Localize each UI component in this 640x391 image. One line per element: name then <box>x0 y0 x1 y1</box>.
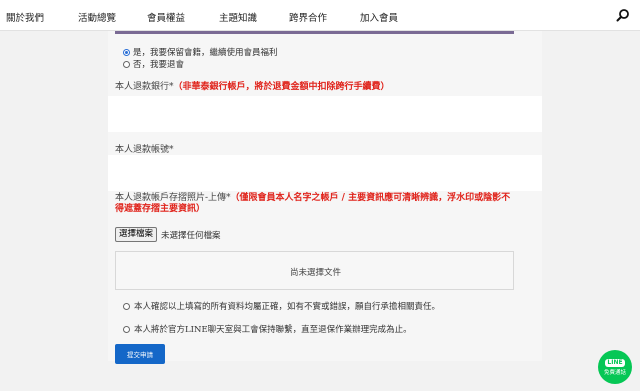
search-icon[interactable] <box>616 8 630 22</box>
confirm-accuracy[interactable]: 本人確認以上填寫的所有資料均屬正確，如有不實或錯誤，願自行承擔相關責任。 <box>123 300 440 312</box>
nav-item-member-benefits[interactable]: 會員權益 <box>147 10 185 24</box>
confirm-line-contact-label: 本人將於官方LINE聊天室與工會保持聯繫，直至退保作業辦理完成為止。 <box>134 325 412 335</box>
radio-withdraw[interactable] <box>123 60 130 68</box>
nav-item-join[interactable]: 加入會員 <box>360 10 398 24</box>
nav-item-about[interactable]: 關於我們 <box>6 10 44 24</box>
membership-option-withdraw[interactable]: 否，我要退會 <box>123 58 184 70</box>
top-navigation: 關於我們 活動總覽 會員權益 主題知識 跨界合作 加入會員 <box>0 0 640 31</box>
membership-option-keep[interactable]: 是，我要保留會籍，繼續使用會員福利 <box>123 46 278 58</box>
passbook-upload-label-text: 本人退款帳戶存摺照片-上傳* <box>115 193 231 203</box>
membership-option-keep-label: 是，我要保留會籍，繼續使用會員福利 <box>133 48 278 58</box>
nav-item-events[interactable]: 活動總覽 <box>78 10 116 24</box>
refund-account-input[interactable] <box>108 155 542 191</box>
refund-account-label: 本人退款帳號* <box>115 145 174 155</box>
choose-file-button[interactable]: 選擇檔案 <box>115 227 158 242</box>
file-status: 未選擇任何檔案 <box>161 231 221 241</box>
radio-keep[interactable] <box>123 48 130 56</box>
refund-bank-label: 本人退款銀行*（非華泰銀行帳戶，將於退費金額中扣除跨行手續費） <box>115 79 390 92</box>
nav-item-topics[interactable]: 主題知識 <box>219 10 257 24</box>
confirm-accuracy-radio[interactable] <box>123 302 130 310</box>
confirm-line-contact[interactable]: 本人將於官方LINE聊天室與工會保持聯繫，直至退保作業辦理完成為止。 <box>123 323 412 335</box>
confirm-line-contact-radio[interactable] <box>123 325 130 333</box>
line-badge-caption: 免費通話 <box>603 369 626 376</box>
file-preview-box[interactable]: 尚未選擇文件 <box>115 251 514 290</box>
passbook-upload-label: 本人退款帳戶存摺照片-上傳*（僅限會員本人名字之帳戶 / 主要資訊應可清晰辨識，… <box>115 193 515 215</box>
refund-bank-label-text: 本人退款銀行* <box>115 82 174 92</box>
submit-button[interactable]: 提交申請 <box>115 344 165 364</box>
confirm-accuracy-label: 本人確認以上填寫的所有資料均屬正確，如有不實或錯誤，願自行承擔相關責任。 <box>134 302 441 312</box>
line-logo-icon: LINE <box>605 358 625 367</box>
section-divider <box>115 31 514 34</box>
nav-item-collaboration[interactable]: 跨界合作 <box>289 10 327 24</box>
file-preview-text: 尚未選擇文件 <box>289 268 341 278</box>
refund-bank-input[interactable] <box>108 96 542 132</box>
line-chat-badge[interactable]: LINE 免費通話 <box>598 350 632 384</box>
refund-bank-note: （非華泰銀行帳戶，將於退費金額中扣除跨行手續費） <box>173 82 390 92</box>
membership-option-withdraw-label: 否，我要退會 <box>133 60 185 70</box>
